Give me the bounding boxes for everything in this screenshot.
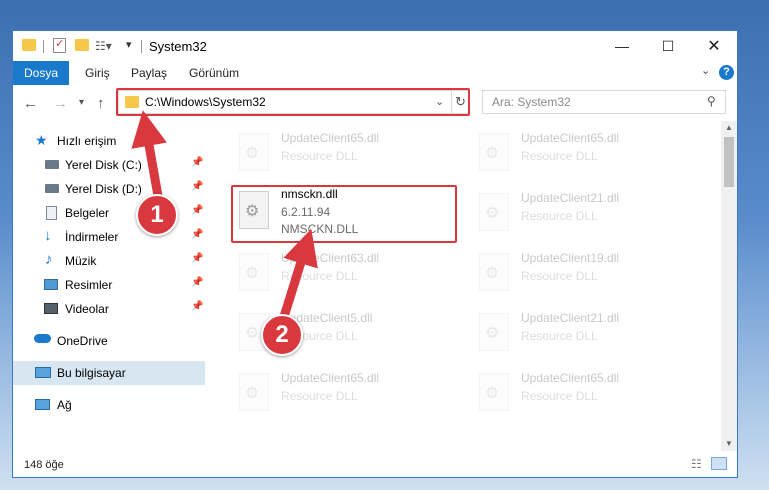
- step-1-badge: 1: [136, 194, 178, 236]
- step-2-badge: 2: [261, 314, 303, 356]
- arrow-to-file: [278, 228, 318, 322]
- arrow-to-address-bar: [131, 110, 167, 197]
- annotation-arrows: [131, 110, 318, 322]
